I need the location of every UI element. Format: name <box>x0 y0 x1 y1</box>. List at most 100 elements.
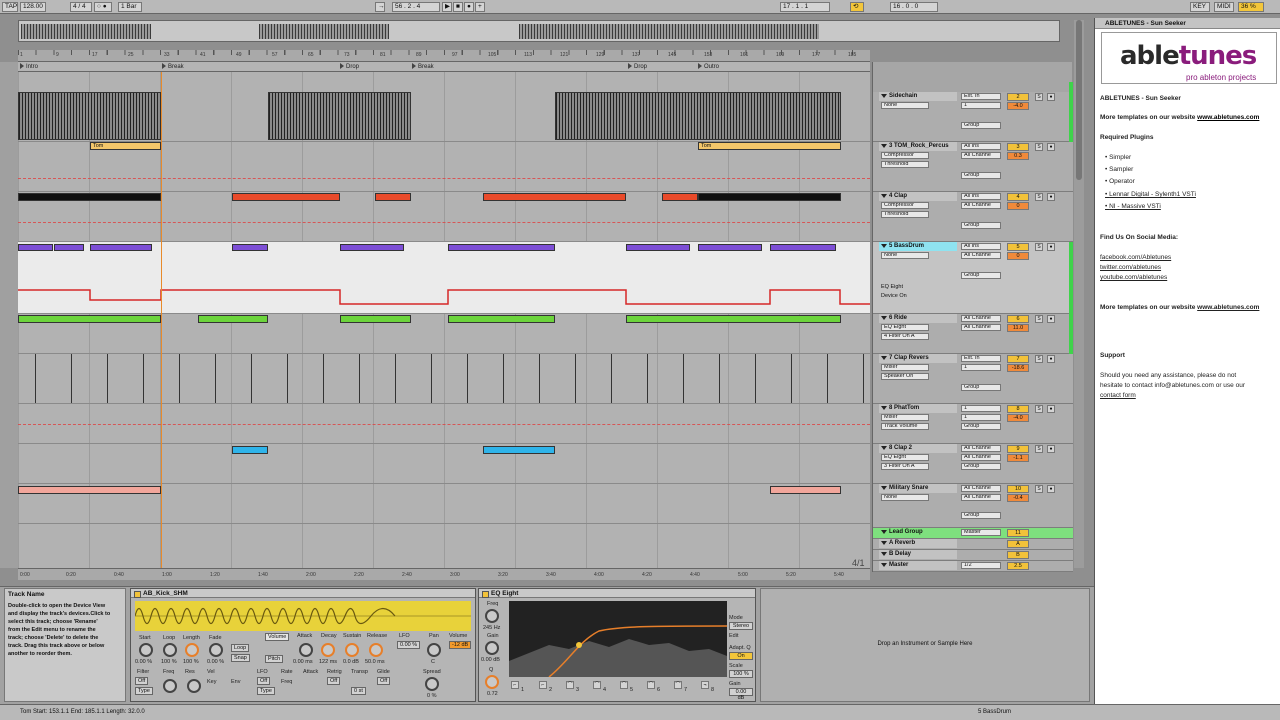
website-link[interactable]: www.abletunes.com <box>1197 114 1259 121</box>
pitch-tab[interactable]: Pitch <box>265 655 284 663</box>
sample-waveform[interactable] <box>135 601 471 631</box>
track-name[interactable]: 5 BassDrum <box>879 242 957 251</box>
output-type[interactable]: 1/2 <box>961 562 1001 569</box>
track-volume[interactable]: 11.0 <box>1007 324 1029 332</box>
pan-knob[interactable] <box>427 643 441 657</box>
track-volume[interactable]: -18.6 <box>1007 364 1029 372</box>
clip[interactable] <box>483 193 626 201</box>
arm-icon[interactable]: ● <box>1047 243 1055 251</box>
retrig-toggle[interactable]: Off <box>327 677 341 685</box>
track-volume[interactable]: -4.0 <box>1007 414 1029 422</box>
clip[interactable] <box>18 244 53 251</box>
eq-output-gain-field[interactable]: 0.00 dB <box>729 688 753 701</box>
eq-band-filter-icon[interactable]: ⌒ <box>593 681 601 689</box>
midi-map-button[interactable]: MIDI <box>1214 2 1234 12</box>
track-name[interactable]: 7 Clap Revers <box>879 354 957 363</box>
input-channel[interactable]: 1 <box>961 102 1001 109</box>
simpler-device[interactable]: AB_Kick_SHM Start Loop Length Fade 0.00 … <box>130 588 476 702</box>
beat-time-ruler[interactable]: 1 9 17 25 33 41 49 57 65 73 81 89 97 105… <box>18 50 870 62</box>
device-chooser[interactable]: None <box>881 494 929 501</box>
device-chooser[interactable]: Compressor <box>881 202 929 209</box>
clip[interactable] <box>626 315 841 323</box>
input-channel[interactable]: All Channe <box>961 454 1001 461</box>
tempo-field[interactable]: 128.00 <box>20 2 46 12</box>
clip[interactable] <box>662 193 698 201</box>
output-type[interactable]: Group <box>961 122 1001 129</box>
lfo-toggle[interactable]: Off <box>257 677 271 685</box>
loop-length-field[interactable]: 16 . 0 . 0 <box>890 2 938 12</box>
clip[interactable] <box>770 486 841 494</box>
track-volume[interactable]: 0 <box>1007 252 1029 260</box>
glide-toggle[interactable]: Off <box>377 677 391 685</box>
track-volume[interactable]: -4.0 <box>1007 102 1029 110</box>
solo-button[interactable]: S <box>1035 315 1043 323</box>
volume-field[interactable]: -12 dB <box>449 641 472 649</box>
overdub-button[interactable]: + <box>475 2 485 12</box>
fade-knob[interactable] <box>209 643 223 657</box>
track-header-selected[interactable]: 5 BassDrum None EQ Eight Device On All I… <box>873 242 1073 314</box>
eq-freq-knob[interactable] <box>485 609 499 623</box>
length-knob[interactable] <box>185 643 199 657</box>
contact-form-link[interactable]: contact form <box>1100 392 1136 399</box>
record-button[interactable]: ● <box>464 2 474 12</box>
decay-knob[interactable] <box>321 643 335 657</box>
vertical-scrollbar[interactable] <box>1074 20 1084 568</box>
locator-outro[interactable]: Outro <box>698 63 719 70</box>
filter-toggle[interactable]: Off <box>135 677 149 685</box>
device-drop-zone[interactable]: Drop an Instrument or Sample Here <box>760 588 1090 702</box>
attack-knob[interactable] <box>299 643 313 657</box>
output-type[interactable]: Group <box>961 222 1001 229</box>
clip[interactable] <box>698 244 762 251</box>
input-channel[interactable]: All Channe <box>961 252 1001 259</box>
eq-spectrum-display[interactable] <box>509 601 727 677</box>
metronome-toggle[interactable]: ○ ● <box>94 2 112 12</box>
parameter-chooser[interactable]: Speaker On <box>881 373 929 380</box>
track-name[interactable]: 4 Clap <box>879 192 957 201</box>
device-title[interactable]: EQ Eight <box>479 589 755 598</box>
facebook-link[interactable]: facebook.com/Abletunes <box>1100 254 1171 261</box>
track-header[interactable]: Sidechain None Ext. In 1 Group 2 -4.0 S … <box>873 92 1073 142</box>
track-lane-clap2[interactable] <box>18 444 870 484</box>
audio-clip[interactable] <box>555 92 841 140</box>
locator-bar[interactable]: Intro Break Drop Break Drop Outro <box>18 62 870 72</box>
track-header[interactable]: 6 Ride EQ Eight 4 Filter On A All Channe… <box>873 314 1073 354</box>
arm-icon[interactable]: ● <box>1047 143 1055 151</box>
clip[interactable] <box>483 446 555 454</box>
output-type[interactable]: Group <box>961 272 1001 279</box>
track-header[interactable]: 3 TOM_Rock_Percus Compressor Threshold A… <box>873 142 1073 192</box>
eq-band-filter-icon[interactable]: ⌒ <box>647 681 655 689</box>
eq-band-filter-icon[interactable]: ⌒ <box>566 681 574 689</box>
solo-button[interactable]: S <box>1035 405 1043 413</box>
track-volume[interactable]: -0.4 <box>1007 494 1029 502</box>
midi-clip-tom[interactable]: Tom <box>698 142 841 150</box>
solo-button[interactable]: S <box>1035 143 1043 151</box>
track-name[interactable]: 3 TOM_Rock_Percus <box>879 142 957 151</box>
return-track[interactable]: B Delay B <box>873 550 1073 561</box>
return-track[interactable]: Lead Group Master 11 <box>873 528 1073 539</box>
clip[interactable] <box>232 193 340 201</box>
track-volume[interactable]: 0.3 <box>1007 152 1029 160</box>
parameter-chooser[interactable]: Threshold <box>881 211 929 218</box>
track-name[interactable]: 8 Clap 2 <box>879 444 957 453</box>
arrangement-view[interactable]: Tom Tom <box>18 72 870 568</box>
audio-clip[interactable] <box>18 92 161 140</box>
output-type[interactable]: Group <box>961 172 1001 179</box>
filter-res-knob[interactable] <box>187 679 201 693</box>
track-lane-ride[interactable] <box>18 314 870 354</box>
track-lane-military-snare[interactable] <box>18 484 870 524</box>
input-channel[interactable]: All Channe <box>961 152 1001 159</box>
clip[interactable] <box>90 244 152 251</box>
eq-scale-field[interactable]: 100 % <box>729 670 753 678</box>
track-header[interactable]: 8 PhatTom Mixer Track Volume 1 1 Group 8… <box>873 404 1073 444</box>
input-channel[interactable]: All Channe <box>961 324 1001 331</box>
input-channel[interactable]: All Channe <box>961 202 1001 209</box>
input-channel[interactable]: 1 <box>961 414 1001 421</box>
input-channel[interactable]: 1 <box>961 364 1001 371</box>
clip[interactable] <box>18 193 161 201</box>
clip[interactable] <box>698 193 841 201</box>
solo-button[interactable]: S <box>1035 93 1043 101</box>
track-name[interactable]: 8 PhatTom <box>879 404 957 413</box>
release-knob[interactable] <box>369 643 383 657</box>
tap-tempo-button[interactable]: TAP <box>2 2 18 12</box>
device-chooser[interactable]: Mixer <box>881 414 929 421</box>
